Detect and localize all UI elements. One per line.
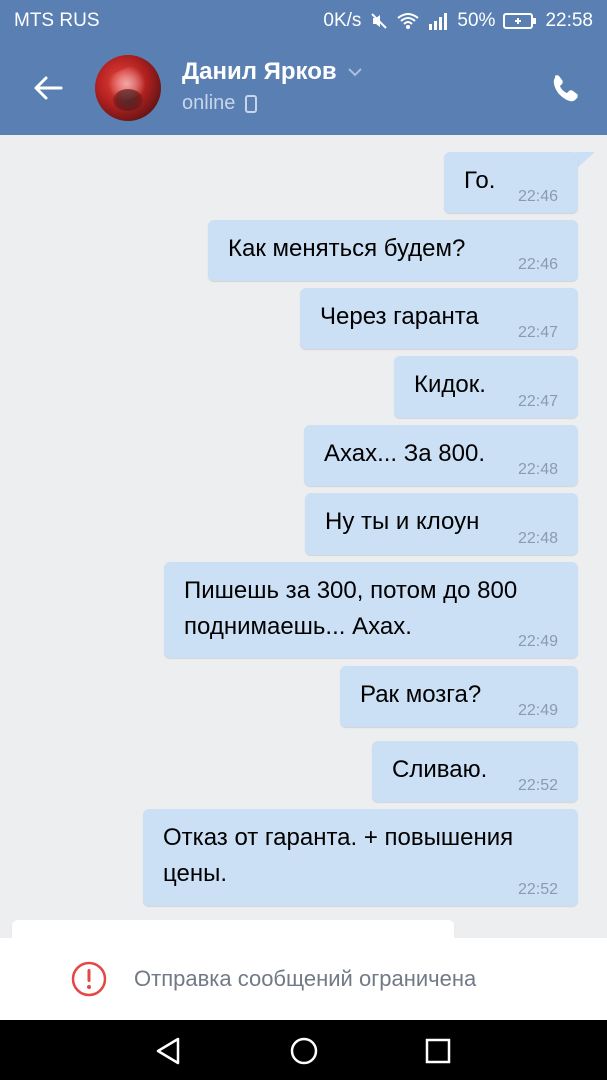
status-icons: 0K/s 50% 22:58	[323, 10, 593, 32]
message-time: 22:46	[517, 188, 558, 205]
message-text: Сливаю.	[392, 756, 488, 783]
contact-name[interactable]: Данил Ярков	[182, 58, 363, 86]
chevron-down-icon	[347, 68, 362, 77]
message-bubble[interactable]: Кидок. 22:47	[394, 356, 578, 418]
network-speed: 0K/s	[323, 10, 362, 31]
carrier-label: MTS RUS	[14, 10, 100, 31]
message-bubble[interactable]: Рак мозга? 22:49	[340, 666, 578, 727]
message-time: 22:52	[517, 881, 558, 898]
message-text: Кидок.	[414, 371, 486, 398]
message-text: Го.	[464, 167, 496, 194]
message-text: Отказ от гаранта. + повышения цены.	[163, 824, 514, 887]
mobile-icon	[245, 94, 258, 113]
message-time: 22:47	[517, 324, 558, 341]
restriction-text: Отправка сообщений ограничена	[134, 966, 477, 991]
message-time: 22:48	[517, 461, 558, 478]
message-time: 22:49	[517, 633, 558, 650]
restriction-notice: Отправка сообщений ограничена	[70, 960, 476, 998]
message-time: 22:49	[517, 702, 558, 719]
back-arrow-icon	[34, 76, 63, 100]
nav-back-button[interactable]	[152, 1035, 184, 1067]
message-time: 22:46	[517, 256, 558, 273]
message-text: Ахах... За 800.	[324, 440, 485, 467]
message-bubble[interactable]: Ну ты и клоун 22:48	[305, 493, 578, 555]
message-text: Ну ты и клоун	[325, 508, 480, 535]
circle-home-icon	[290, 1037, 318, 1065]
message-bubble[interactable]: Через гаранта 22:47	[300, 288, 578, 349]
wifi-icon	[397, 12, 420, 30]
message-restriction-bar: Отправка сообщений ограничена	[0, 938, 607, 1020]
nav-recents-button[interactable]	[422, 1035, 454, 1067]
message-bubble[interactable]: Сливаю. 22:52	[372, 741, 578, 802]
message-bubble[interactable]: Отказ от гаранта. + повышения цены. 22:5…	[143, 809, 578, 906]
status-bar: MTS RUS 0K/s 50% 22:58	[0, 0, 607, 40]
chat-header: Данил Ярков online	[0, 40, 607, 135]
clock: 22:58	[545, 10, 593, 31]
message-time: 22:52	[517, 777, 558, 794]
message-list[interactable]: Го. 22:46 Как меняться будем? 22:46 Чере…	[0, 135, 607, 938]
message-bubble[interactable]: Ахах... За 800. 22:48	[304, 425, 578, 486]
message-text: Рак мозга?	[360, 681, 482, 708]
message-bubble[interactable]: Как меняться будем? 22:46	[208, 220, 578, 281]
square-recents-icon	[425, 1038, 451, 1064]
phone-icon	[553, 75, 578, 102]
contact-status: online	[182, 92, 258, 115]
message-text: Пишешь за 300, потом до 800 поднимаешь..…	[184, 577, 518, 640]
warning-icon	[71, 961, 107, 997]
online-status: online	[182, 92, 236, 114]
incoming-message-bubble[interactable]	[12, 920, 454, 938]
call-button[interactable]	[543, 70, 583, 106]
message-time: 22:48	[517, 530, 558, 547]
mute-icon	[369, 11, 389, 31]
message-text: Через гаранта	[320, 303, 479, 330]
message-bubble[interactable]: Го. 22:46	[444, 152, 578, 213]
bubble-tail	[575, 152, 595, 170]
signal-icon	[427, 12, 449, 30]
message-time: 22:47	[517, 393, 558, 410]
message-text: Как меняться будем?	[228, 235, 466, 262]
back-button[interactable]	[28, 70, 68, 106]
nav-home-button[interactable]	[288, 1035, 320, 1067]
contact-name-label: Данил Ярков	[182, 58, 337, 85]
navigation-bar	[0, 1020, 607, 1080]
avatar[interactable]	[95, 55, 161, 121]
message-bubble[interactable]: Пишешь за 300, потом до 800 поднимаешь..…	[164, 562, 578, 658]
battery-icon	[503, 12, 537, 30]
battery-percent: 50%	[457, 10, 496, 31]
triangle-back-icon	[156, 1037, 180, 1065]
